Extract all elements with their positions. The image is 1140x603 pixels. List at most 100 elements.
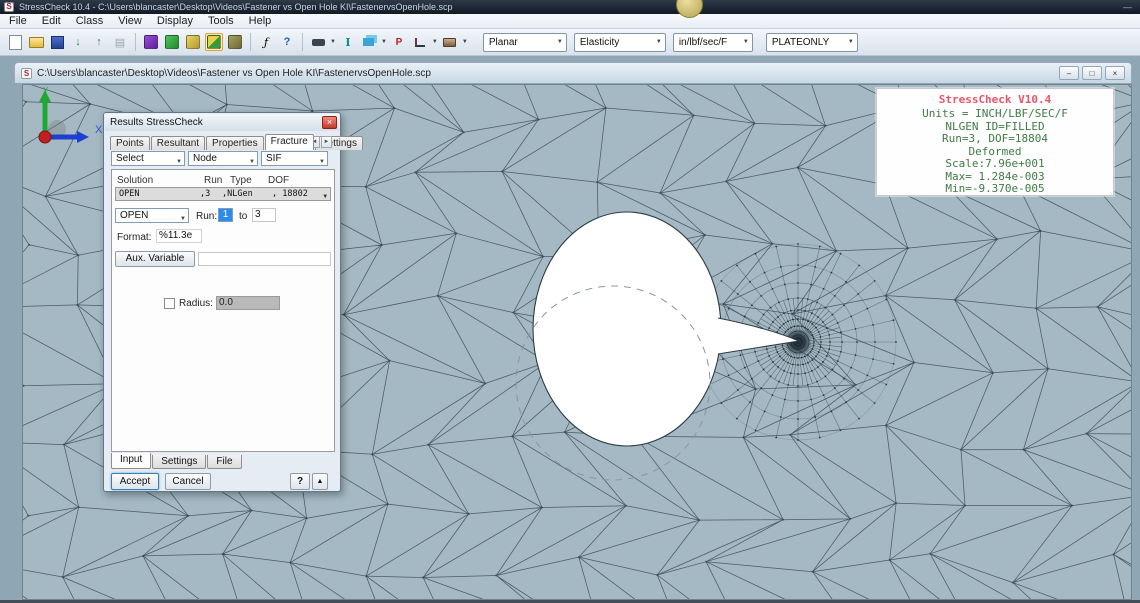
dialog-title: Results StressCheck — [110, 117, 203, 128]
menu-bar: File Edit Class View Display Tools Help — [0, 14, 1140, 29]
toolbar-separator — [135, 33, 136, 51]
toolbar: ↓ ↑ ▤ ƒ ? ▼ I ▼ P ▼ ▼ Planar ▼ Elasticit… — [0, 29, 1140, 56]
view-dropdown[interactable]: ▼ — [462, 39, 468, 45]
btab-settings[interactable]: Settings — [152, 455, 206, 469]
class-mesh-button[interactable] — [163, 33, 181, 51]
print-icon: ▤ — [115, 36, 125, 49]
select-mode-button[interactable] — [309, 33, 327, 51]
tab-scroll-right-button[interactable]: ► — [321, 136, 332, 148]
radius-label: Radius: — [179, 298, 213, 309]
model-combo[interactable]: PLATEONLY ▼ — [766, 33, 858, 52]
chevron-down-icon: ▼ — [180, 213, 186, 226]
format-input[interactable]: %11.3e — [156, 229, 202, 243]
save-icon — [51, 36, 64, 49]
layers-dropdown[interactable]: ▼ — [381, 39, 387, 45]
run-from-input[interactable]: 1 — [218, 208, 233, 222]
to-label: to — [239, 211, 247, 222]
tab-points[interactable]: Points — [110, 136, 150, 150]
select-mode-dropdown[interactable]: ▼ — [330, 39, 336, 45]
menu-tools[interactable]: Tools — [208, 15, 234, 27]
class-geometry-button[interactable] — [142, 33, 160, 51]
app-minimize-button[interactable]: — — [1123, 2, 1132, 12]
x-axis-label: X — [95, 124, 103, 136]
fx-icon: ƒ — [264, 36, 268, 49]
plot-dropdown[interactable]: ▼ — [432, 39, 438, 45]
class-results-button[interactable] — [205, 33, 223, 51]
aux-variable-button[interactable]: Aux. Variable — [115, 251, 195, 267]
tab-properties[interactable]: Properties — [206, 136, 264, 150]
open-folder-icon — [29, 37, 44, 48]
y-axis-label: Y — [43, 86, 49, 95]
btab-file[interactable]: File — [207, 455, 241, 469]
origin-ball — [39, 131, 51, 143]
points-tool-button[interactable]: P — [390, 33, 408, 51]
material-icon — [186, 35, 200, 49]
dialog-close-button[interactable]: × — [322, 116, 337, 129]
context-help-button[interactable]: ? — [290, 473, 310, 490]
export-button[interactable]: ↑ — [90, 33, 108, 51]
btab-input[interactable]: Input — [111, 453, 151, 469]
class-material-button[interactable] — [184, 33, 202, 51]
menu-class[interactable]: Class — [76, 15, 104, 27]
format-label: Format: — [117, 232, 151, 243]
child-restore-button[interactable]: □ — [1082, 66, 1102, 80]
units-combo[interactable]: in/lbf/sec/F ▼ — [673, 33, 753, 52]
class-solution-button[interactable] — [226, 33, 244, 51]
column-run: Run — [204, 175, 222, 186]
column-dof: DOF — [268, 175, 289, 186]
column-solution: Solution — [117, 175, 153, 186]
ibeam-tool-button[interactable]: I — [339, 33, 357, 51]
units-combo-value: in/lbf/sec/F — [679, 37, 727, 48]
solution-name-value: OPEN — [120, 210, 148, 221]
menu-help[interactable]: Help — [249, 15, 272, 27]
plot-tool-button[interactable] — [411, 33, 429, 51]
view-tool-button[interactable] — [441, 33, 459, 51]
theory-combo[interactable]: Elasticity ▼ — [574, 33, 666, 52]
reference-combo[interactable]: Planar ▼ — [483, 33, 567, 52]
run-label: Run: — [196, 211, 217, 222]
toolbar-separator — [302, 33, 303, 51]
radius-input[interactable]: 0.0 — [216, 296, 280, 310]
help-icon: ? — [284, 36, 291, 48]
solution-record-dof: , 18802 — [272, 188, 308, 200]
child-window-titlebar[interactable]: S C:\Users\blancaster\Desktop\Videos\Fas… — [14, 62, 1132, 83]
chevron-down-icon: ▼ — [557, 39, 563, 45]
help-button[interactable]: ? — [278, 33, 296, 51]
open-file-button[interactable] — [27, 33, 45, 51]
run-to-input[interactable]: 3 — [252, 208, 276, 222]
chevron-down-icon: ▼ — [323, 191, 327, 203]
cancel-button[interactable]: Cancel — [165, 473, 211, 490]
solution-record-combo[interactable]: OPEN ,3 ,NLGen , 18802 ▼ — [115, 187, 331, 201]
dialog-titlebar[interactable]: Results StressCheck — [105, 114, 339, 131]
app-title: StressCheck 10.4 - C:\Users\blancaster\D… — [19, 2, 453, 12]
tab-resultant[interactable]: Resultant — [151, 136, 205, 150]
radius-checkbox[interactable] — [164, 298, 175, 309]
child-minimize-button[interactable]: – — [1059, 66, 1079, 80]
app-logo-icon: S — [4, 2, 14, 12]
solution-name-combo[interactable]: OPEN ▼ — [115, 208, 189, 223]
function-combo[interactable]: SIF ▼ — [261, 151, 328, 166]
aux-variable-input[interactable] — [198, 252, 331, 266]
accept-button[interactable]: Accept — [111, 473, 159, 490]
new-file-button[interactable] — [6, 33, 24, 51]
save-button[interactable] — [48, 33, 66, 51]
menu-view[interactable]: View — [118, 15, 142, 27]
deformed-hole — [533, 212, 721, 446]
results-dialog[interactable]: Results StressCheck × Points Resultant P… — [103, 112, 341, 492]
import-button[interactable]: ↓ — [69, 33, 87, 51]
layers-tool-button[interactable] — [360, 33, 378, 51]
info-min: Min=-9.370e-005 — [877, 183, 1113, 196]
menu-file[interactable]: File — [9, 15, 27, 27]
print-button[interactable]: ▤ — [111, 33, 129, 51]
entity-combo[interactable]: Node ▼ — [188, 151, 258, 166]
child-close-button[interactable]: × — [1105, 66, 1125, 80]
collapse-button[interactable]: ▲ — [312, 473, 328, 490]
select-combo[interactable]: Select ▼ — [111, 151, 185, 166]
chevron-down-icon: ▼ — [249, 156, 255, 169]
dialog-bottom-tabs: Input Settings File — [111, 453, 243, 469]
function-info-button[interactable]: ƒ — [257, 33, 275, 51]
tab-fracture[interactable]: Fracture — [265, 134, 314, 150]
menu-edit[interactable]: Edit — [42, 15, 61, 27]
menu-display[interactable]: Display — [157, 15, 193, 27]
new-file-icon — [9, 35, 22, 50]
